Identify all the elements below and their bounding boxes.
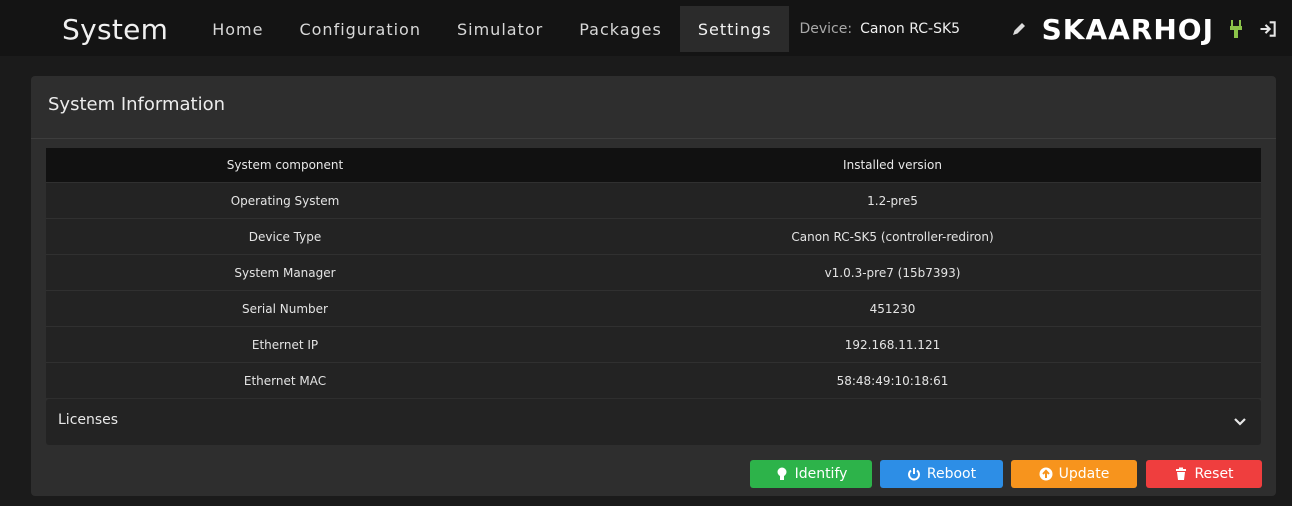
version-cell: 58:48:49:10:18:61 (524, 362, 1261, 398)
system-info-table: System component Installed version Opera… (46, 148, 1261, 398)
table-row: Operating System 1.2-pre5 (46, 182, 1261, 219)
component-cell: Ethernet MAC (46, 362, 524, 398)
update-button[interactable]: Update (1011, 460, 1137, 488)
plug-icon (1230, 20, 1242, 38)
licenses-label: Licenses (58, 412, 119, 428)
table-row: Serial Number 451230 (46, 290, 1261, 327)
panel-title: System Information (48, 94, 226, 115)
lightbulb-icon (777, 467, 787, 480)
device-name: Canon RC-SK5 (860, 21, 961, 37)
trash-icon (1176, 467, 1187, 480)
identify-button[interactable]: Identify (750, 460, 872, 488)
component-cell: Device Type (46, 218, 524, 255)
power-icon (907, 468, 920, 481)
table-row: System Manager v1.0.3-pre7 (15b7393) (46, 254, 1261, 291)
component-cell: Ethernet IP (46, 326, 524, 363)
reset-label: Reset (1194, 466, 1234, 482)
nav-configuration[interactable]: Configuration (281, 6, 439, 52)
identify-label: Identify (794, 466, 848, 482)
licenses-accordion[interactable]: Licenses (46, 399, 1261, 445)
device-label: Device: (799, 21, 853, 37)
version-cell: 1.2-pre5 (524, 182, 1261, 219)
table-row: Ethernet MAC 58:48:49:10:18:61 (46, 362, 1261, 398)
component-cell: Operating System (46, 182, 524, 219)
arrow-up-circle-icon (1039, 467, 1053, 481)
column-header-version: Installed version (524, 148, 1261, 183)
system-information-panel: System Information System component Inst… (31, 76, 1276, 496)
table-header-row: System component Installed version (46, 148, 1261, 183)
skaarhoj-logo: SKAARHOJ (1041, 12, 1214, 46)
pencil-icon[interactable] (1010, 20, 1028, 38)
component-cell: Serial Number (46, 290, 524, 327)
chevron-down-icon[interactable] (1233, 415, 1247, 429)
nav-simulator[interactable]: Simulator (439, 6, 561, 52)
reboot-button[interactable]: Reboot (880, 460, 1003, 488)
panel-divider (31, 138, 1276, 139)
reset-button[interactable]: Reset (1146, 460, 1262, 488)
top-navbar: System Home Configuration Simulator Pack… (0, 0, 1292, 56)
version-cell: 192.168.11.121 (524, 326, 1261, 363)
reboot-label: Reboot (926, 466, 977, 482)
version-cell: v1.0.3-pre7 (15b7393) (524, 254, 1261, 291)
version-cell: 451230 (524, 290, 1261, 327)
nav-settings[interactable]: Settings (679, 6, 790, 52)
table-row: Ethernet IP 192.168.11.121 (46, 326, 1261, 363)
table-row: Device Type Canon RC-SK5 (controller-red… (46, 218, 1261, 255)
nav-packages[interactable]: Packages (561, 6, 680, 52)
version-cell: Canon RC-SK5 (controller-rediron) (524, 218, 1261, 255)
nav-home[interactable]: Home (194, 6, 281, 52)
component-cell: System Manager (46, 254, 524, 291)
logout-icon[interactable] (1258, 19, 1278, 39)
column-header-component: System component (46, 148, 524, 183)
app-brand[interactable]: System (62, 13, 168, 46)
update-label: Update (1058, 466, 1110, 482)
